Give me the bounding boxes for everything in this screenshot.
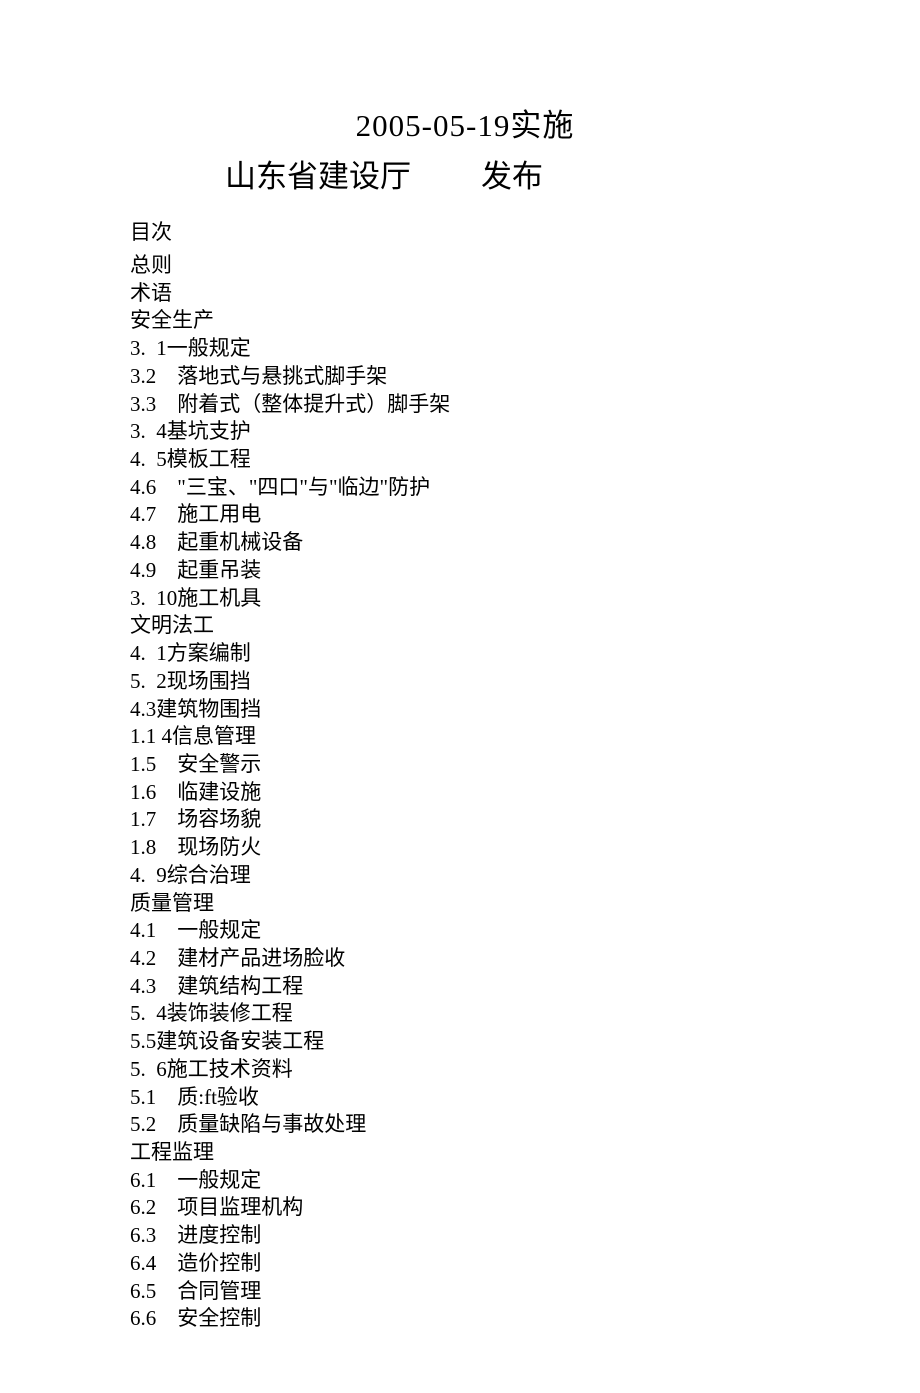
toc-line: 总则 (130, 252, 800, 280)
toc-line: 3.3 附着式（整体提升式）脚手架 (130, 391, 800, 419)
toc-container: 总则术语安全生产3. 1一般规定3.2 落地式与悬挑式脚手架3.3 附着式（整体… (130, 252, 800, 1333)
toc-line: 3. 10施工机具 (130, 585, 800, 613)
toc-line: 术语 (130, 280, 800, 308)
title-publisher-line: 山东省建设厅 发布 (130, 151, 800, 196)
toc-line: 4. 9综合治理 (130, 862, 800, 890)
toc-line: 6.6 安全控制 (130, 1305, 800, 1333)
toc-line: 4.3建筑物围挡 (130, 696, 800, 724)
title-publisher: 山东省建设厅 (225, 159, 411, 194)
toc-line: 4. 5模板工程 (130, 446, 800, 474)
toc-line: 6.1 一般规定 (130, 1167, 800, 1195)
toc-line: 1.7 场容场貌 (130, 806, 800, 834)
toc-line: 6.4 造价控制 (130, 1250, 800, 1278)
toc-line: 1.8 现场防火 (130, 834, 800, 862)
toc-line: 5. 6施工技术资料 (130, 1056, 800, 1084)
toc-line: 5.1 质:ft验收 (130, 1084, 800, 1112)
toc-line: 3. 1一般规定 (130, 335, 800, 363)
title-publish-word: 发布 (481, 159, 543, 194)
toc-line: 4.2 建材产品进场脸收 (130, 945, 800, 973)
toc-line: 6.5 合同管理 (130, 1278, 800, 1306)
toc-line: 5. 4装饰装修工程 (130, 1000, 800, 1028)
toc-line: 6.2 项目监理机构 (130, 1194, 800, 1222)
toc-line: 1.5 安全警示 (130, 751, 800, 779)
toc-line: 5.2 质量缺陷与事故处理 (130, 1111, 800, 1139)
toc-line: 6.3 进度控制 (130, 1222, 800, 1250)
title-effective-date: 2005-05-19实施 (130, 100, 800, 145)
document-page: 2005-05-19实施 山东省建设厅 发布 目次 总则术语安全生产3. 1一般规… (0, 0, 920, 1393)
toc-line: 4.3 建筑结构工程 (130, 973, 800, 1001)
toc-heading: 目次 (130, 216, 800, 246)
toc-line: 3. 4基坑支护 (130, 418, 800, 446)
toc-line: 4.7 施工用电 (130, 501, 800, 529)
toc-line: 5. 2现场围挡 (130, 668, 800, 696)
toc-line: 4.1 一般规定 (130, 917, 800, 945)
toc-line: 4.8 起重机械设备 (130, 529, 800, 557)
toc-line: 1.6 临建设施 (130, 779, 800, 807)
toc-line: 3.2 落地式与悬挑式脚手架 (130, 363, 800, 391)
toc-line: 4. 1方案编制 (130, 640, 800, 668)
toc-line: 文明法工 (130, 612, 800, 640)
toc-line: 工程监理 (130, 1139, 800, 1167)
toc-line: 5.5建筑设备安装工程 (130, 1028, 800, 1056)
toc-line: 1.1 4信息管理 (130, 723, 800, 751)
toc-line: 质量管理 (130, 890, 800, 918)
toc-line: 4.6 "三宝、"四口"与"临边"防护 (130, 474, 800, 502)
toc-line: 安全生产 (130, 307, 800, 335)
toc-line: 4.9 起重吊装 (130, 557, 800, 585)
